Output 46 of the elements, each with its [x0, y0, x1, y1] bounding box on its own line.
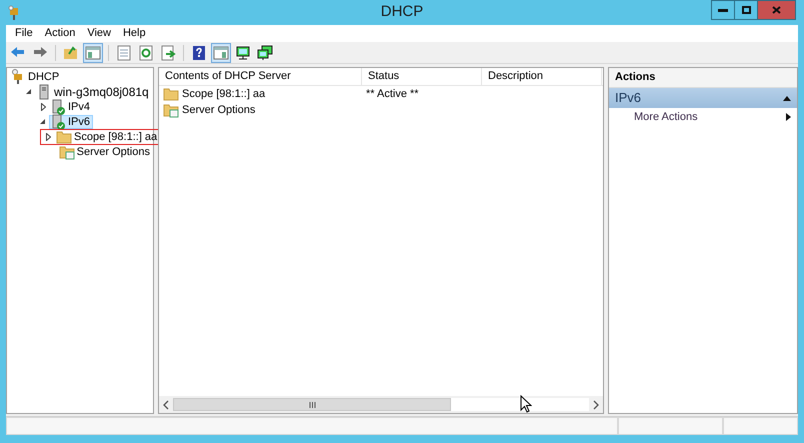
column-header[interactable]: Contents of DHCP Server — [159, 68, 362, 85]
pane-icon — [213, 44, 229, 60]
refresh-icon — [138, 44, 154, 60]
list-icon — [116, 44, 132, 60]
actions-header: Actions — [609, 68, 797, 88]
options-icon — [58, 144, 75, 160]
tree-item[interactable]: IPv4 — [49, 100, 94, 114]
action-link[interactable]: More Actions — [609, 108, 797, 126]
section-header[interactable]: IPv6 — [609, 88, 797, 108]
window-title: DHCP — [380, 2, 424, 22]
column-header[interactable]: Description — [482, 68, 602, 85]
monitors-icon — [257, 44, 273, 60]
close-icon — [772, 6, 781, 14]
tree-item[interactable]: win-g3mq08j081q — [35, 84, 152, 99]
server-check-icon — [50, 114, 66, 130]
scroll-left-icon — [161, 400, 171, 410]
tree-item[interactable]: IPv6 — [49, 114, 94, 129]
close-button[interactable] — [758, 1, 795, 19]
app-icon — [7, 4, 21, 20]
grip-icon — [308, 402, 316, 408]
menu-item[interactable]: File — [9, 25, 39, 42]
help-icon — [191, 44, 207, 60]
tree-item[interactable]: Server Options — [58, 144, 153, 159]
monitor-icon — [235, 44, 251, 60]
section-title: IPv6 — [615, 89, 642, 108]
server-check-icon — [50, 98, 66, 115]
menu-item[interactable]: View — [81, 25, 117, 42]
options-icon — [163, 102, 179, 118]
folder-icon — [163, 86, 179, 102]
column-header[interactable]: Status — [362, 68, 482, 85]
scroll-right-icon — [591, 400, 601, 410]
menu-item[interactable]: Help — [116, 25, 152, 42]
minimize-icon — [718, 8, 728, 12]
tree-item[interactable]: DHCP — [9, 70, 62, 84]
folder-icon — [56, 128, 72, 145]
maximize-icon — [742, 6, 750, 14]
tree-item[interactable]: Scope [98:1::] aa — [41, 130, 160, 144]
list-item-label: Scope [98:1::] aa — [182, 86, 266, 102]
folder-icon — [63, 44, 79, 60]
scrollbar-thumb[interactable] — [173, 398, 451, 411]
menu-item[interactable]: Action — [38, 25, 82, 42]
export-icon — [160, 44, 176, 60]
table-cell-text: ** Active ** — [366, 86, 419, 102]
list-item-label: Server Options — [182, 102, 256, 118]
horizontal-scrollbar[interactable] — [159, 396, 603, 413]
pane-icon — [85, 44, 101, 60]
